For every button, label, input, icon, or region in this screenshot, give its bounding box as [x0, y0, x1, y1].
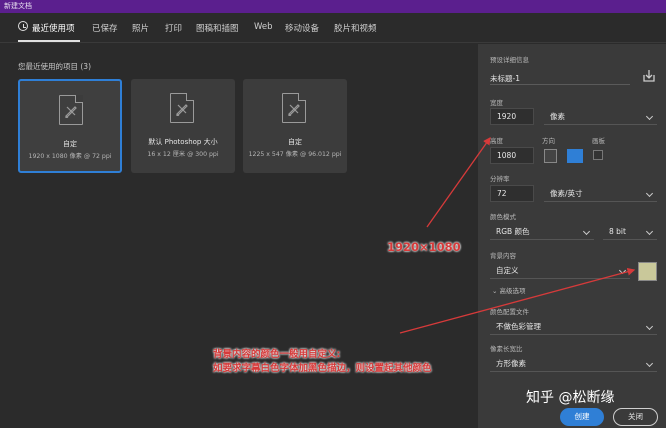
tab-photo[interactable]: 照片	[132, 22, 149, 34]
resolution-unit-select[interactable]: 像素/英寸	[544, 185, 657, 202]
watermark-text: 知乎 @松断缘	[526, 390, 615, 406]
resolution-field[interactable]: 72	[490, 185, 534, 202]
tab-bar: 最近使用项 已保存 照片 打印 图稿和插图 Web 移动设备 胶片和视频	[0, 13, 666, 43]
chevron-down-icon	[645, 112, 654, 121]
active-tab-underline	[18, 40, 80, 42]
size-annotation: 1920×1080	[387, 240, 461, 254]
tab-web[interactable]: Web	[254, 22, 273, 32]
preset-details-panel: 预设详细信息 未标题-1 宽度 1920 像素 高度 方向 画板 1080 分辨…	[478, 44, 666, 428]
background-label: 背景内容	[490, 252, 516, 260]
document-icon	[170, 93, 194, 123]
recent-item-1[interactable]: 自定 1920 x 1080 像素 @ 72 ppi	[18, 79, 122, 173]
bit-depth-select[interactable]: 8 bit	[603, 223, 657, 240]
width-field[interactable]: 1920	[490, 108, 534, 125]
resolution-label: 分辨率	[490, 175, 510, 183]
width-unit-select[interactable]: 像素	[544, 108, 657, 125]
background-select[interactable]: 自定义	[490, 262, 630, 279]
document-icon	[282, 93, 306, 123]
advanced-options-toggle[interactable]: ⌄ 高级选项	[492, 285, 526, 295]
artboard-label: 画板	[592, 137, 605, 145]
recent-item-2[interactable]: 默认 Photoshop 大小 16 x 12 厘米 @ 300 ppi	[131, 79, 235, 173]
close-button[interactable]: 关闭	[613, 408, 658, 426]
card-size: 16 x 12 厘米 @ 300 ppi	[147, 151, 219, 158]
resolution-unit-value: 像素/英寸	[550, 189, 583, 198]
recent-item-3[interactable]: 自定 1225 x 547 像素 @ 96.012 ppi	[243, 79, 347, 173]
card-size: 1225 x 547 像素 @ 96.012 ppi	[248, 151, 342, 158]
create-button[interactable]: 创建	[560, 408, 604, 426]
document-name-field[interactable]: 未标题-1	[490, 73, 520, 84]
card-name: 自定	[288, 138, 302, 146]
clock-icon	[18, 21, 28, 31]
chevron-down-icon	[645, 227, 654, 236]
chevron-down-icon	[645, 322, 654, 331]
chevron-down-icon: ⌄	[492, 287, 500, 295]
pixel-aspect-value: 方形像素	[496, 359, 526, 368]
save-preset-icon[interactable]	[642, 69, 656, 83]
name-underline	[490, 84, 630, 85]
orientation-label: 方向	[542, 137, 555, 145]
tab-recent[interactable]: 最近使用项	[32, 22, 75, 34]
chevron-down-icon	[618, 266, 627, 275]
card-name: 自定	[63, 140, 77, 148]
chevron-down-icon	[645, 189, 654, 198]
color-mode-select[interactable]: RGB 颜色	[490, 223, 594, 240]
color-mode-value: RGB 颜色	[496, 227, 530, 236]
tab-print[interactable]: 打印	[165, 22, 182, 34]
advanced-options-label: 高级选项	[499, 287, 526, 295]
pixel-aspect-select[interactable]: 方形像素	[490, 355, 657, 372]
background-value: 自定义	[496, 266, 519, 275]
color-profile-select[interactable]: 不做色彩管理	[490, 318, 657, 335]
color-profile-label: 颜色配置文件	[490, 308, 529, 316]
bit-depth-value: 8 bit	[609, 227, 626, 236]
tab-film[interactable]: 胶片和视频	[334, 22, 377, 34]
background-annotation-line1: 背景内容的颜色一般用自定义:	[213, 349, 341, 360]
color-mode-label: 颜色模式	[490, 213, 516, 221]
preset-section-label: 预设详细信息	[490, 56, 529, 64]
window-title: 新建文档	[0, 0, 666, 13]
card-size: 1920 x 1080 像素 @ 72 ppi	[28, 153, 112, 160]
height-field[interactable]: 1080	[490, 147, 534, 164]
document-icon	[59, 95, 83, 125]
chevron-down-icon	[582, 227, 591, 236]
color-profile-value: 不做色彩管理	[496, 322, 541, 331]
tab-art[interactable]: 图稿和插图	[196, 22, 239, 34]
tab-mobile[interactable]: 移动设备	[285, 22, 319, 34]
height-label: 高度	[490, 137, 503, 145]
background-color-swatch[interactable]	[638, 262, 657, 281]
landscape-orientation-icon[interactable]	[567, 149, 583, 163]
card-name: 默认 Photoshop 大小	[148, 138, 218, 146]
background-annotation-line2: 如要求字幕白色字体加黑色描边，则设置起其他颜色	[213, 363, 432, 374]
width-unit-value: 像素	[550, 112, 565, 121]
pixel-aspect-label: 像素长宽比	[490, 345, 523, 353]
chevron-down-icon	[645, 359, 654, 368]
portrait-orientation-icon[interactable]	[544, 149, 557, 163]
tab-saved[interactable]: 已保存	[92, 22, 118, 34]
artboard-checkbox[interactable]	[593, 150, 603, 160]
width-label: 宽度	[490, 99, 503, 107]
recent-title: 您最近使用的项目 (3)	[18, 62, 92, 71]
